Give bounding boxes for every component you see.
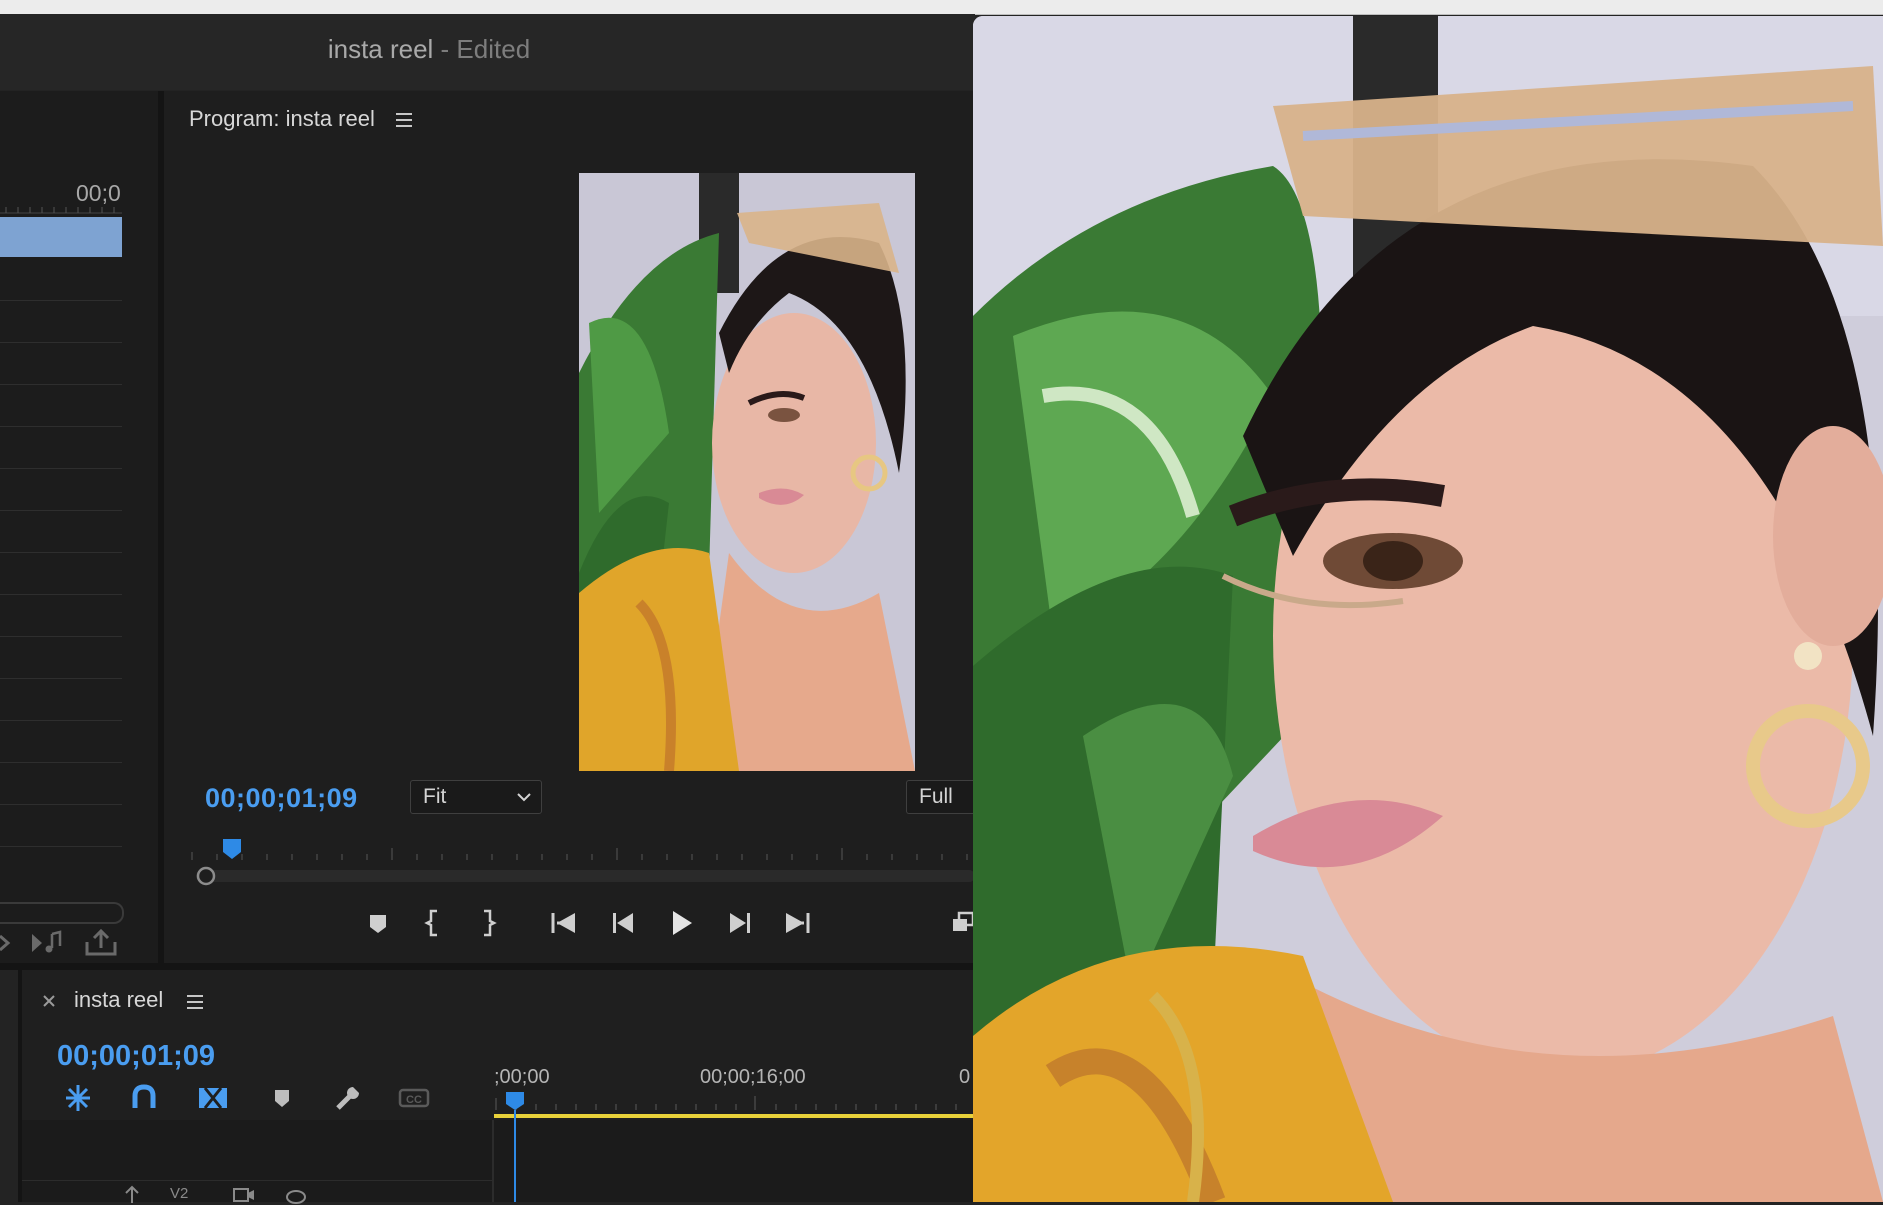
- insert-icon[interactable]: [0, 928, 14, 958]
- source-row-divider: [0, 468, 122, 469]
- panel-divider[interactable]: [0, 963, 975, 970]
- chevron-down-icon: [517, 793, 531, 802]
- go-to-out-icon[interactable]: [780, 905, 816, 941]
- source-row-divider: [0, 636, 122, 637]
- program-monitor-title: Program: insta reel: [189, 106, 375, 131]
- work-area-bar: [494, 1114, 975, 1118]
- timeline-sequence-tab[interactable]: insta reel: [74, 987, 163, 1013]
- hamburger-icon[interactable]: [393, 109, 415, 131]
- program-playhead-timecode[interactable]: 00;00;01;09: [205, 783, 358, 814]
- system-top-strip: [0, 0, 1883, 15]
- source-scrollbar[interactable]: [0, 902, 124, 924]
- program-time-ruler[interactable]: [190, 838, 975, 862]
- window-title-name: insta reel: [327, 34, 434, 64]
- go-to-in-icon[interactable]: [545, 905, 581, 941]
- timeline-playhead-timecode[interactable]: 00;00;01;09: [57, 1040, 215, 1073]
- source-ruler: [0, 207, 122, 214]
- source-ruler-timecode: 00;0: [76, 180, 121, 206]
- fullscreen-video-image: [973, 16, 1883, 1202]
- add-marker-icon[interactable]: [360, 905, 396, 941]
- sync-lock-icon[interactable]: [122, 1185, 142, 1205]
- add-marker-icon[interactable]: [266, 1082, 298, 1114]
- source-row-divider: [0, 552, 122, 553]
- source-row-divider: [0, 762, 122, 763]
- window-title-suffix: - Edited: [433, 34, 531, 64]
- play-icon[interactable]: [662, 905, 698, 941]
- source-clip-bar[interactable]: [0, 217, 122, 257]
- source-row-divider: [0, 846, 122, 847]
- snap-icon[interactable]: [62, 1082, 94, 1114]
- timeline-ruler-label: 0: [959, 1066, 971, 1088]
- fullscreen-video-overlay[interactable]: [973, 16, 1883, 1202]
- source-row-divider: [0, 342, 122, 343]
- close-icon[interactable]: [40, 992, 58, 1010]
- mark-in-icon[interactable]: [415, 905, 451, 941]
- overwrite-audio-icon[interactable]: [30, 928, 64, 958]
- window-title: insta reel - Edited: [0, 34, 858, 65]
- program-playhead[interactable]: [222, 838, 242, 860]
- preview-image: [579, 173, 915, 771]
- timeline-ruler-label: ;00;00: [494, 1066, 550, 1088]
- source-row-divider: [0, 594, 122, 595]
- hamburger-icon[interactable]: [184, 991, 206, 1013]
- source-row-divider: [0, 384, 122, 385]
- source-row-divider: [0, 678, 122, 679]
- eye-icon[interactable]: [284, 1185, 308, 1205]
- toggle-output-icon[interactable]: [232, 1185, 256, 1205]
- transport-controls: [360, 905, 975, 945]
- mark-out-icon[interactable]: [470, 905, 506, 941]
- zoom-scroll-bar[interactable]: [196, 866, 975, 886]
- wrench-icon[interactable]: [332, 1082, 364, 1114]
- svg-text:CC: CC: [406, 1094, 422, 1106]
- timeline-playhead-handle: [506, 1092, 524, 1110]
- source-row-divider: [0, 510, 122, 511]
- zoom-level-value: Fit: [423, 785, 447, 808]
- zoom-level-select[interactable]: Fit: [410, 780, 542, 814]
- track-header-v2[interactable]: V2: [22, 1180, 492, 1205]
- source-row-divider: [0, 300, 122, 301]
- captions-icon[interactable]: CC: [398, 1082, 430, 1114]
- source-row-divider: [0, 426, 122, 427]
- step-forward-icon[interactable]: [722, 905, 758, 941]
- source-row-divider: [0, 720, 122, 721]
- source-row-divider: [0, 804, 122, 805]
- step-back-icon[interactable]: [605, 905, 641, 941]
- program-preview-frame[interactable]: [579, 173, 915, 771]
- timeline-playhead-line[interactable]: [514, 1110, 516, 1202]
- track-label: V2: [170, 1185, 189, 1202]
- timeline-ruler-label: 00;00;16;00: [700, 1066, 806, 1088]
- timeline-toolbar: CC: [60, 1082, 460, 1118]
- track-header-separator: [492, 1120, 494, 1202]
- playback-resolution-value: Full: [919, 785, 953, 808]
- linked-selection-icon[interactable]: [197, 1082, 229, 1114]
- timeline-time-ruler[interactable]: [494, 1090, 975, 1118]
- export-frame-icon[interactable]: [84, 928, 118, 958]
- magnet-icon[interactable]: [128, 1082, 160, 1114]
